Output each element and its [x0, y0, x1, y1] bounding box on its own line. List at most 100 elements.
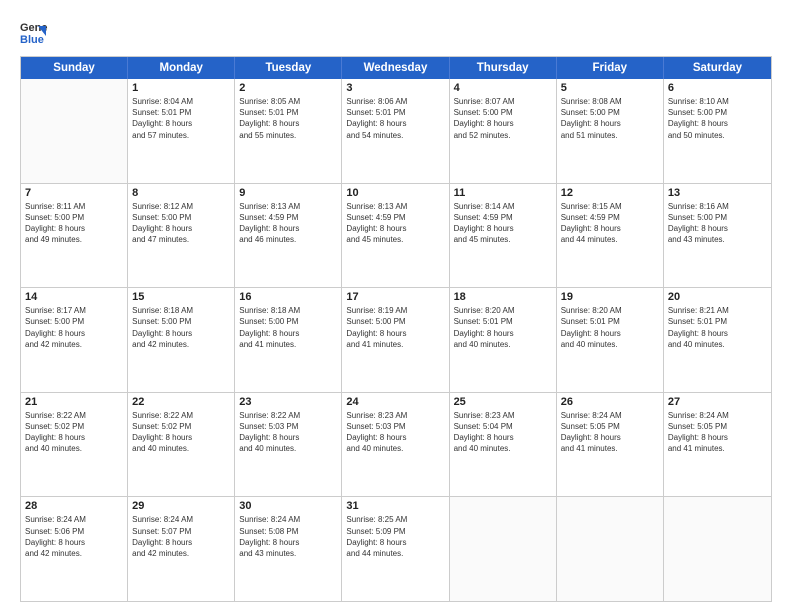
daylight-line: and 42 minutes.	[25, 548, 123, 559]
calendar-cell: 18 Sunrise: 8:20 AMSunset: 5:01 PMDayligh…	[450, 288, 557, 392]
sun-time: Sunrise: 8:15 AM	[561, 201, 659, 212]
daylight-line: Daylight: 8 hours	[668, 328, 767, 339]
calendar-cell: 11Sunrise: 8:14 AMSunset: 4:59 PMDayligh…	[450, 184, 557, 288]
daylight-line: and 41 minutes.	[346, 339, 444, 350]
logo-icon: General Blue	[20, 18, 48, 46]
day-number: 22	[132, 396, 230, 408]
daylight-line: Daylight: 8 hours	[561, 118, 659, 129]
daylight-line: and 40 minutes.	[668, 339, 767, 350]
sun-time: Sunrise: 8:05 AM	[239, 96, 337, 107]
sun-time: Sunrise: 8:13 AM	[346, 201, 444, 212]
daylight-line: Daylight: 8 hours	[239, 432, 337, 443]
calendar-cell: 17Sunrise: 8:19 AMSunset: 5:00 PMDayligh…	[342, 288, 449, 392]
calendar: SundayMondayTuesdayWednesdayThursdayFrid…	[20, 56, 772, 602]
daylight-line: Daylight: 8 hours	[561, 328, 659, 339]
calendar-cell: 30Sunrise: 8:24 AMSunset: 5:08 PMDayligh…	[235, 497, 342, 601]
calendar-cell	[450, 497, 557, 601]
daylight-line: and 51 minutes.	[561, 130, 659, 141]
page: General Blue SundayMondayTuesdayWednesda…	[0, 0, 792, 612]
day-number: 20	[668, 291, 767, 303]
sun-time: Sunrise: 8:23 AM	[346, 410, 444, 421]
daylight-line: and 40 minutes.	[132, 443, 230, 454]
day-number: 17	[346, 291, 444, 303]
sun-time: Sunrise: 8:24 AM	[25, 514, 123, 525]
sun-time: Sunrise: 8:24 AM	[239, 514, 337, 525]
day-number: 30	[239, 500, 337, 512]
daylight-line: and 41 minutes.	[561, 443, 659, 454]
sun-time: Sunset: 5:00 PM	[132, 316, 230, 327]
sun-time: Sunset: 5:09 PM	[346, 526, 444, 537]
day-number: 18	[454, 291, 552, 303]
sun-time: Sunrise: 8:20 AM	[454, 305, 552, 316]
daylight-line: Daylight: 8 hours	[25, 432, 123, 443]
daylight-line: and 40 minutes.	[561, 339, 659, 350]
sun-time: Sunset: 5:03 PM	[346, 421, 444, 432]
sun-time: Sunrise: 8:06 AM	[346, 96, 444, 107]
daylight-line: Daylight: 8 hours	[668, 432, 767, 443]
sun-time: Sunset: 5:00 PM	[561, 107, 659, 118]
daylight-line: and 42 minutes.	[132, 339, 230, 350]
daylight-line: and 44 minutes.	[346, 548, 444, 559]
calendar-cell: 26Sunrise: 8:24 AMSunset: 5:05 PMDayligh…	[557, 393, 664, 497]
calendar-cell: 8Sunrise: 8:12 AMSunset: 5:00 PMDaylight…	[128, 184, 235, 288]
sun-time: Sunset: 5:08 PM	[239, 526, 337, 537]
calendar-cell: 13Sunrise: 8:16 AMSunset: 5:00 PMDayligh…	[664, 184, 771, 288]
sun-time: Sunset: 5:01 PM	[561, 316, 659, 327]
sun-time: Sunrise: 8:20 AM	[561, 305, 659, 316]
weekday-header: Sunday	[21, 57, 128, 79]
weekday-header: Thursday	[450, 57, 557, 79]
calendar-cell: 14Sunrise: 8:17 AMSunset: 5:00 PMDayligh…	[21, 288, 128, 392]
sun-time: Sunset: 4:59 PM	[561, 212, 659, 223]
day-number: 27	[668, 396, 767, 408]
daylight-line: and 45 minutes.	[454, 234, 552, 245]
daylight-line: Daylight: 8 hours	[346, 118, 444, 129]
sun-time: Sunrise: 8:23 AM	[454, 410, 552, 421]
weekday-header: Tuesday	[235, 57, 342, 79]
sun-time: Sunrise: 8:08 AM	[561, 96, 659, 107]
daylight-line: Daylight: 8 hours	[346, 328, 444, 339]
daylight-line: and 43 minutes.	[239, 548, 337, 559]
daylight-line: Daylight: 8 hours	[132, 223, 230, 234]
calendar-cell: 20Sunrise: 8:21 AMSunset: 5:01 PMDayligh…	[664, 288, 771, 392]
sun-time: Sunrise: 8:14 AM	[454, 201, 552, 212]
daylight-line: and 54 minutes.	[346, 130, 444, 141]
weekday-header: Saturday	[664, 57, 771, 79]
calendar-row: 1Sunrise: 8:04 AMSunset: 5:01 PMDaylight…	[21, 79, 771, 183]
logo: General Blue	[20, 18, 48, 46]
calendar-cell: 12Sunrise: 8:15 AMSunset: 4:59 PMDayligh…	[557, 184, 664, 288]
sun-time: Sunrise: 8:18 AM	[239, 305, 337, 316]
day-number: 16	[239, 291, 337, 303]
sun-time: Sunset: 5:01 PM	[454, 316, 552, 327]
daylight-line: Daylight: 8 hours	[132, 537, 230, 548]
calendar-cell: 28Sunrise: 8:24 AMSunset: 5:06 PMDayligh…	[21, 497, 128, 601]
day-number: 14	[25, 291, 123, 303]
calendar-row: 14Sunrise: 8:17 AMSunset: 5:00 PMDayligh…	[21, 287, 771, 392]
daylight-line: Daylight: 8 hours	[454, 328, 552, 339]
daylight-line: Daylight: 8 hours	[668, 118, 767, 129]
day-number: 21	[25, 396, 123, 408]
calendar-cell: 1Sunrise: 8:04 AMSunset: 5:01 PMDaylight…	[128, 79, 235, 183]
day-number: 29	[132, 500, 230, 512]
sun-time: Sunrise: 8:21 AM	[668, 305, 767, 316]
daylight-line: and 42 minutes.	[132, 548, 230, 559]
calendar-row: 21Sunrise: 8:22 AMSunset: 5:02 PMDayligh…	[21, 392, 771, 497]
weekday-header: Wednesday	[342, 57, 449, 79]
svg-text:Blue: Blue	[20, 34, 44, 46]
calendar-cell: 24Sunrise: 8:23 AMSunset: 5:03 PMDayligh…	[342, 393, 449, 497]
day-number: 6	[668, 82, 767, 94]
calendar-body: 1Sunrise: 8:04 AMSunset: 5:01 PMDaylight…	[21, 79, 771, 601]
calendar-cell: 25Sunrise: 8:23 AMSunset: 5:04 PMDayligh…	[450, 393, 557, 497]
calendar-cell: 2Sunrise: 8:05 AMSunset: 5:01 PMDaylight…	[235, 79, 342, 183]
sun-time: Sunset: 5:00 PM	[132, 212, 230, 223]
sun-time: Sunset: 5:00 PM	[668, 212, 767, 223]
daylight-line: Daylight: 8 hours	[25, 223, 123, 234]
sun-time: Sunset: 5:05 PM	[561, 421, 659, 432]
day-number: 12	[561, 187, 659, 199]
daylight-line: Daylight: 8 hours	[346, 223, 444, 234]
day-number: 23	[239, 396, 337, 408]
daylight-line: and 45 minutes.	[346, 234, 444, 245]
day-number: 8	[132, 187, 230, 199]
calendar-cell: 10Sunrise: 8:13 AMSunset: 4:59 PMDayligh…	[342, 184, 449, 288]
calendar-cell: 5Sunrise: 8:08 AMSunset: 5:00 PMDaylight…	[557, 79, 664, 183]
day-number: 26	[561, 396, 659, 408]
